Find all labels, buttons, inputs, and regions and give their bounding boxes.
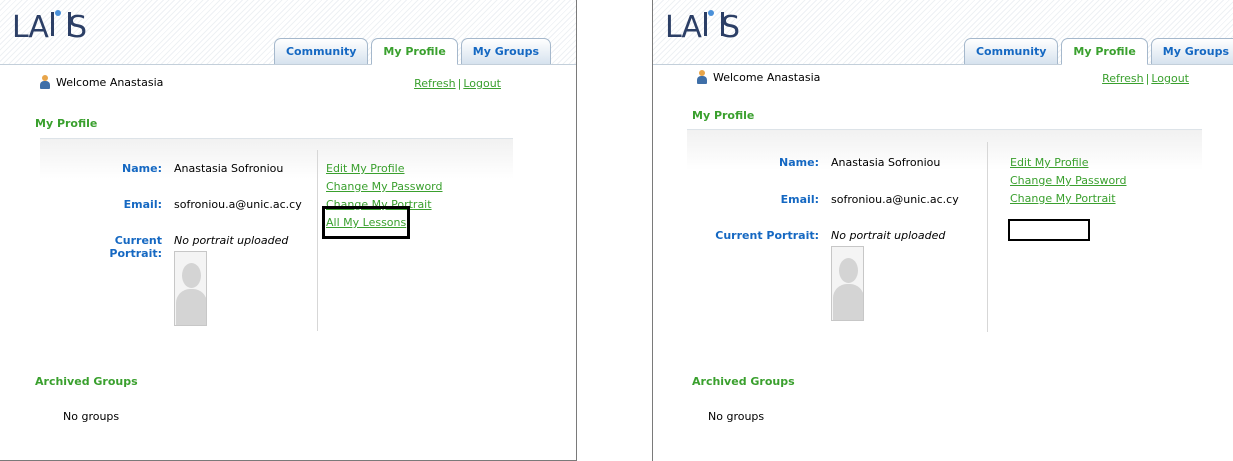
section-title-archived-groups: Archived Groups	[692, 375, 795, 388]
header: LA S Community My Profile My Groups	[0, 0, 576, 65]
name-label: Name:	[779, 156, 819, 169]
tab-community[interactable]: Community	[963, 38, 1059, 64]
tab-bar: Community My Profile My Groups	[271, 38, 551, 65]
email-value: sofroniou.a@unic.ac.cy	[174, 198, 302, 211]
link-separator: |	[1145, 72, 1150, 85]
welcome-text: Welcome Anastasia	[56, 75, 164, 89]
name-label: Name:	[122, 162, 162, 175]
welcome-text: Welcome Anastasia	[713, 70, 821, 84]
change-portrait-link[interactable]: Change My Portrait	[1010, 192, 1127, 205]
header: LA S Community My Profile My Groups	[653, 0, 1233, 65]
lams-logo: LA S	[665, 10, 740, 45]
refresh-link[interactable]: Refresh	[1102, 72, 1144, 85]
email-value: sofroniou.a@unic.ac.cy	[831, 193, 959, 206]
portrait-label: Current Portrait:	[715, 229, 819, 242]
column-divider	[987, 142, 988, 332]
tab-bar: Community My Profile My Groups	[961, 38, 1233, 65]
refresh-link[interactable]: Refresh	[414, 77, 456, 90]
no-groups-text: No groups	[63, 410, 120, 423]
welcome-message: Welcome Anastasia	[40, 75, 163, 89]
main-content: Welcome Anastasia Refresh | Logout My Prof…	[653, 66, 1233, 461]
no-groups-text: No groups	[708, 410, 765, 423]
top-links: Refresh | Logout	[414, 77, 501, 90]
logout-link[interactable]: Logout	[463, 77, 501, 90]
user-icon	[697, 70, 707, 84]
tab-community[interactable]: Community	[273, 38, 369, 64]
edit-profile-link[interactable]: Edit My Profile	[326, 162, 443, 175]
logout-link[interactable]: Logout	[1151, 72, 1189, 85]
user-icon	[40, 75, 50, 89]
profile-links: Edit My Profile Change My Password Chang…	[1010, 156, 1127, 205]
tab-my-groups[interactable]: My Groups	[1150, 38, 1233, 64]
section-title-archived-groups: Archived Groups	[35, 375, 138, 388]
right-screenshot: LA S Community My Profile My Groups Welco…	[652, 0, 1233, 461]
section-title-my-profile: My Profile	[35, 117, 98, 130]
portrait-label: Current Portrait:	[109, 234, 162, 260]
main-content: Welcome Anastasia Refresh | Logout My Prof…	[0, 66, 576, 460]
change-password-link[interactable]: Change My Password	[1010, 174, 1127, 187]
portrait-value: No portrait uploaded	[831, 229, 946, 242]
tab-my-groups[interactable]: My Groups	[460, 38, 551, 64]
portrait-placeholder-image	[174, 251, 207, 326]
redaction-box	[1008, 219, 1090, 241]
portrait-placeholder-image	[831, 246, 864, 321]
change-password-link[interactable]: Change My Password	[326, 180, 443, 193]
lams-logo: LA S	[12, 10, 87, 45]
edit-profile-link[interactable]: Edit My Profile	[1010, 156, 1127, 169]
email-label: Email:	[123, 198, 162, 211]
column-divider	[317, 150, 318, 331]
name-value: Anastasia Sofroniou	[174, 162, 284, 175]
left-screenshot: LA S Community My Profile My Groups Welco…	[0, 0, 577, 461]
highlight-annotation-box	[322, 206, 410, 239]
portrait-value: No portrait uploaded	[174, 234, 289, 247]
email-label: Email:	[780, 193, 819, 206]
tab-my-profile[interactable]: My Profile	[1061, 38, 1148, 65]
link-separator: |	[457, 77, 462, 90]
section-title-my-profile: My Profile	[692, 109, 755, 122]
welcome-message: Welcome Anastasia	[697, 70, 820, 84]
tab-my-profile[interactable]: My Profile	[371, 38, 458, 65]
name-value: Anastasia Sofroniou	[831, 156, 941, 169]
top-links: Refresh | Logout	[1102, 72, 1189, 85]
